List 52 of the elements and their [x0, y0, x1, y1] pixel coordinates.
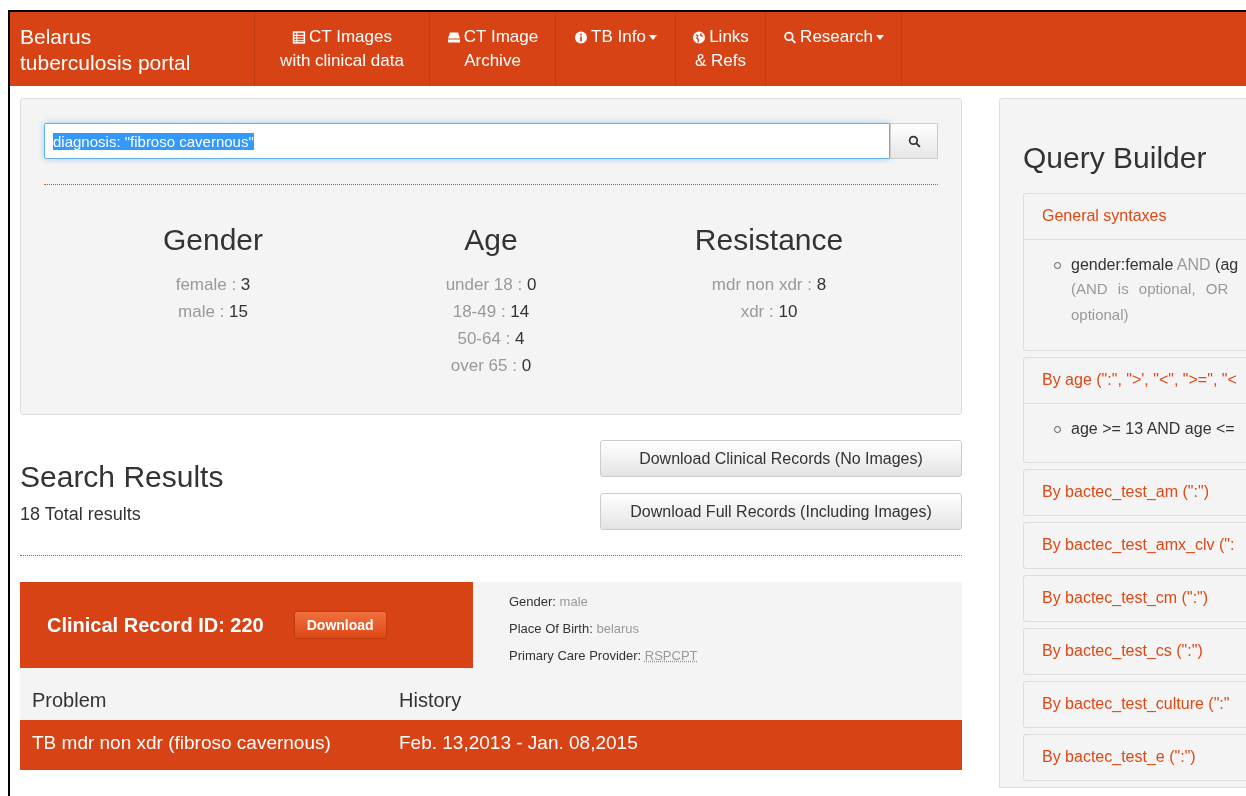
- nav-link[interactable]: Research: [766, 12, 902, 86]
- globe-icon: [692, 30, 707, 44]
- info-icon: [574, 30, 589, 44]
- caret-icon: [875, 34, 884, 40]
- stat-line: male : 15: [177, 301, 249, 323]
- accordion-header[interactable]: By age (":", ">', "<", ">=", "<: [1024, 358, 1246, 403]
- nav-link[interactable]: CT Images with clinical data: [255, 12, 430, 86]
- column-header: History: [399, 689, 462, 712]
- syntax-note: (AND is optional, OR: [1071, 279, 1230, 299]
- accordion-header[interactable]: By bactec_test_culture (":": [1024, 682, 1246, 727]
- drive-icon: [446, 30, 461, 44]
- nav-link[interactable]: TB Info: [556, 12, 676, 86]
- accordion-header[interactable]: By bactec_test_amx_clv (":: [1024, 523, 1246, 568]
- syntax-example: gender:female AND (ag: [1071, 255, 1239, 275]
- record-field: Gender: male: [509, 588, 698, 615]
- download-button[interactable]: Download Full Records (Including Images): [600, 493, 962, 530]
- table-row[interactable]: TB mdr non xdr (fibroso cavernous) Feb. 13,2013 - Jan. 08,2015: [20, 720, 962, 770]
- record-title: Clinical Record ID: 220: [47, 613, 264, 637]
- stat-heading: Gender: [161, 223, 265, 257]
- stat-heading: Resistance: [693, 223, 845, 257]
- search-icon: [907, 134, 921, 148]
- search-button[interactable]: [890, 123, 938, 159]
- syntax-example: age >= 13 AND age <=: [1071, 419, 1235, 439]
- results-heading: Search Results: [20, 460, 224, 494]
- stat-heading: Age: [463, 223, 519, 257]
- record-field: Primary Care Provider: RSPCPT: [509, 642, 698, 669]
- record-field: Place Of Birth: belarus: [509, 615, 698, 642]
- stat-line: 18-49 : 14: [451, 301, 531, 323]
- accordion-header[interactable]: By bactec_test_am (":"): [1024, 470, 1246, 515]
- brand-link[interactable]: Belarus tuberculosis portal: [10, 12, 255, 86]
- accordion-header[interactable]: By bactec_test_cm (":"): [1024, 576, 1246, 621]
- stat-line: 50-64 : 4: [456, 328, 526, 350]
- stat-line: xdr : 10: [739, 301, 799, 323]
- stat-line: under 18 : 0: [444, 274, 538, 296]
- caret-icon: [648, 34, 657, 40]
- download-button[interactable]: Download: [293, 611, 387, 639]
- query-builder-heading: Query Builder: [1023, 141, 1208, 175]
- nav-link[interactable]: CT Image Archive: [430, 12, 556, 86]
- stat-line: female : 3: [174, 274, 252, 296]
- search-icon: [783, 30, 798, 44]
- syntax-note: optional): [1071, 305, 1130, 325]
- column-header: Problem: [31, 689, 108, 712]
- accordion-header[interactable]: By bactec_test_e (":"): [1024, 735, 1246, 780]
- accordion-header[interactable]: General syntaxes: [1024, 194, 1246, 239]
- nav-link[interactable]: Links & Refs: [676, 12, 766, 86]
- results-count: 18 Total results: [20, 504, 142, 525]
- stat-line: mdr non xdr : 8: [710, 274, 828, 296]
- search-field[interactable]: diagnosis: "fibroso cavernous": [44, 123, 890, 159]
- accordion-header[interactable]: By bactec_test_cs (":"): [1024, 629, 1246, 674]
- download-button[interactable]: Download Clinical Records (No Images): [600, 440, 962, 477]
- stat-line: over 65 : 0: [449, 355, 533, 377]
- table-icon: [292, 30, 307, 44]
